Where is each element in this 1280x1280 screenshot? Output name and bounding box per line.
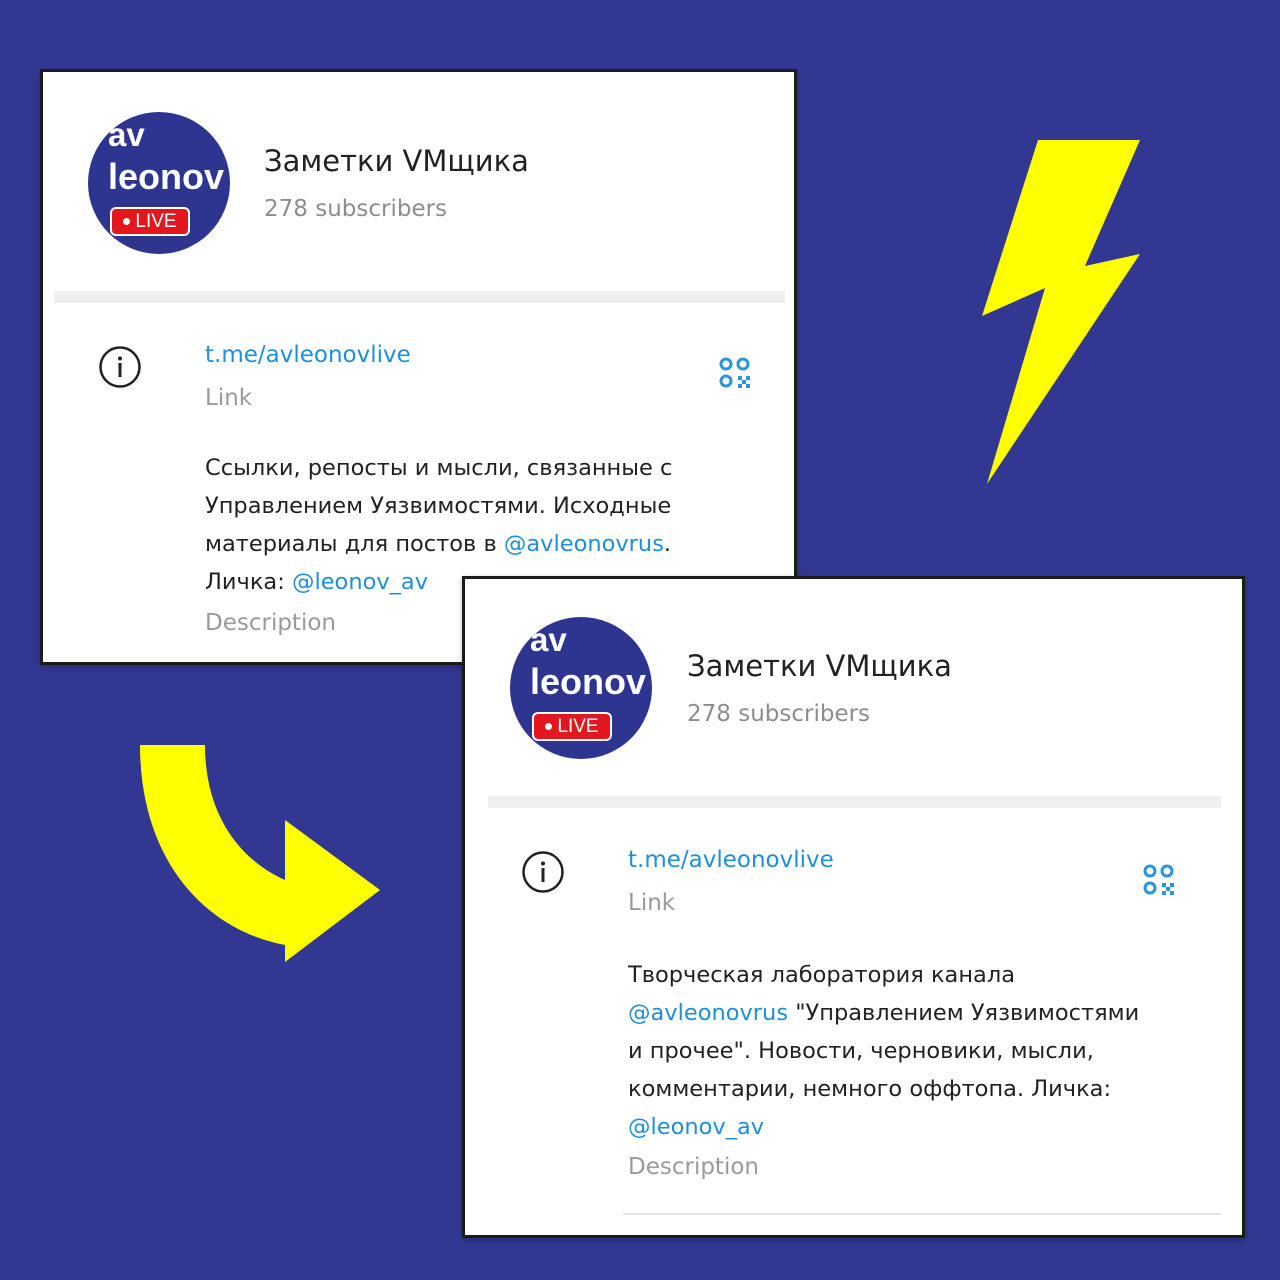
channel-avatar: av leonov LIVE — [510, 617, 652, 759]
avatar-text-line1: av — [108, 116, 145, 153]
channel-title: Заметки VMщика — [687, 649, 952, 683]
live-badge: LIVE — [110, 207, 190, 236]
description-label: Description — [628, 1154, 759, 1180]
description-line: материалы для постов в @avleonovrus. — [205, 525, 745, 563]
mention-link-leonov-av[interactable]: @leonov_av — [292, 569, 428, 595]
link-label: Link — [628, 890, 676, 916]
channel-link[interactable]: t.me/avleonovlive — [628, 847, 834, 873]
section-divider — [488, 796, 1221, 808]
channel-title: Заметки VMщика — [264, 144, 529, 178]
info-circle-icon — [99, 346, 141, 388]
mention-link-avleonovrus[interactable]: @avleonovrus — [504, 531, 664, 557]
mention-link-leonov-av[interactable]: @leonov_av — [628, 1114, 764, 1140]
description-text: "Управлением Уязвимостями — [788, 1000, 1140, 1026]
description-text: . — [663, 531, 672, 557]
bottom-divider — [623, 1213, 1221, 1215]
description-line: и прочее". Новости, черновики, мысли, — [628, 1038, 1094, 1064]
channel-info-card-after: av leonov LIVE Заметки VMщика 278 subscr… — [462, 576, 1245, 1238]
avatar-text-line1: av — [530, 621, 567, 658]
description-line: Творческая лаборатория канала — [628, 962, 1016, 988]
description-line: @leonov_av — [628, 1108, 1218, 1146]
live-dot-icon — [545, 723, 553, 730]
mention-link-avleonovrus[interactable]: @avleonovrus — [628, 1000, 788, 1026]
avatar-text-line2: leonov — [108, 156, 225, 197]
avatar-text-line2: leonov — [530, 661, 647, 702]
live-badge-label: LIVE — [135, 210, 177, 232]
section-divider — [54, 291, 785, 303]
description-line: Управлением Уязвимостями. Исходные — [205, 493, 672, 519]
qr-code-icon[interactable] — [1143, 864, 1177, 898]
channel-avatar: av leonov LIVE — [88, 112, 230, 254]
lightning-bolt-icon — [982, 140, 1140, 484]
info-circle-icon — [522, 851, 564, 893]
channel-link[interactable]: t.me/avleonovlive — [205, 342, 411, 368]
subscriber-count: 278 subscribers — [687, 701, 871, 727]
channel-description: Творческая лаборатория канала @avleonovr… — [628, 956, 1218, 1146]
description-line: @avleonovrus "Управлением Уязвимостями — [628, 994, 1218, 1032]
live-badge-label: LIVE — [557, 715, 599, 737]
qr-code-icon[interactable] — [719, 357, 753, 391]
description-text: материалы для постов в — [205, 531, 504, 557]
subscriber-count: 278 subscribers — [264, 196, 448, 222]
link-label: Link — [205, 385, 253, 411]
description-line: комментарии, немного оффтопа. Личка: — [628, 1076, 1112, 1102]
description-text: Личка: — [205, 569, 292, 595]
description-label: Description — [205, 610, 336, 636]
description-line: Ссылки, репосты и мысли, связанные с — [205, 455, 673, 481]
curved-arrow-icon — [140, 745, 380, 962]
live-dot-icon — [123, 218, 131, 225]
live-badge: LIVE — [532, 712, 612, 741]
